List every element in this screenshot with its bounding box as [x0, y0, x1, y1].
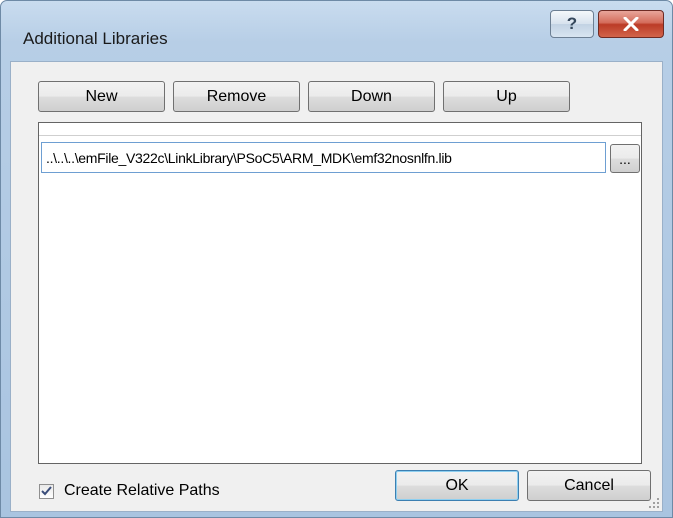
dialog-client-area: New Remove Down Up ... Create Relative P…: [10, 61, 663, 512]
library-list[interactable]: ...: [38, 122, 642, 464]
help-icon: ?: [566, 14, 578, 33]
ok-button[interactable]: OK: [395, 470, 519, 501]
new-button[interactable]: New: [38, 81, 165, 112]
library-path-input[interactable]: [41, 142, 606, 173]
up-button[interactable]: Up: [443, 81, 570, 112]
relative-paths-label: Create Relative Paths: [64, 482, 220, 499]
resize-grip-icon[interactable]: [648, 497, 660, 509]
window-title: Additional Libraries: [23, 29, 168, 48]
relative-paths-checkbox[interactable]: [39, 483, 54, 499]
help-button[interactable]: ?: [550, 10, 594, 38]
down-button[interactable]: Down: [308, 81, 435, 112]
browse-button[interactable]: ...: [610, 144, 640, 173]
close-icon: [623, 17, 639, 31]
title-bar[interactable]: Additional Libraries ?: [1, 1, 672, 61]
remove-button[interactable]: Remove: [173, 81, 300, 112]
checkmark-icon: [41, 486, 52, 496]
dialog-window: Additional Libraries ? New Remove Down U…: [0, 0, 673, 518]
list-header-divider: [39, 135, 641, 136]
cancel-button[interactable]: Cancel: [527, 470, 651, 501]
close-button[interactable]: [598, 10, 664, 38]
relative-paths-option[interactable]: Create Relative Paths: [39, 482, 220, 500]
